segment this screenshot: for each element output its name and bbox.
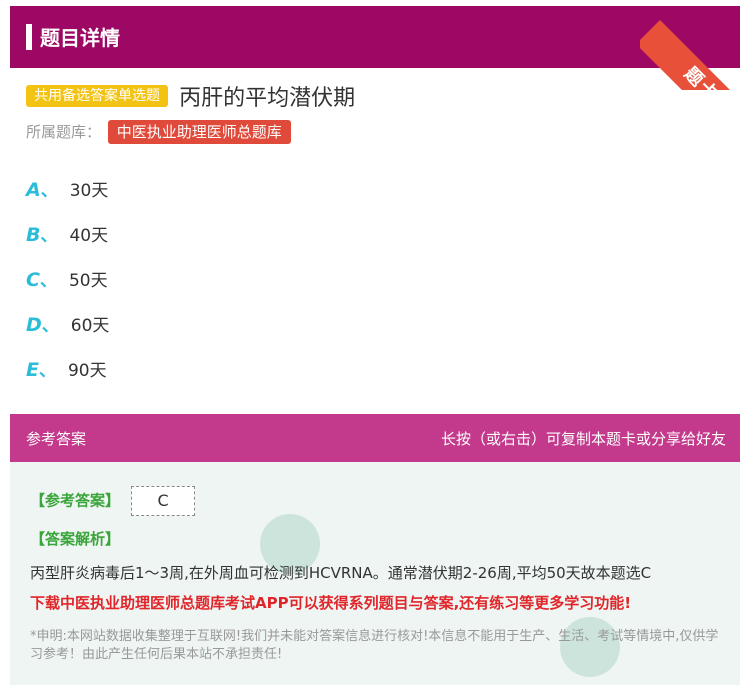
question-type-badge: 共用备选答案单选题 bbox=[26, 85, 168, 107]
option-letter: E bbox=[26, 359, 39, 381]
option-e[interactable]: E、 90天 bbox=[26, 356, 107, 381]
option-separator: 、 bbox=[39, 271, 57, 291]
option-text: 90天 bbox=[67, 361, 107, 381]
option-letter: B bbox=[26, 224, 41, 246]
header-bar: 题目详情 bbox=[10, 6, 740, 68]
reference-answer-value: C bbox=[131, 486, 196, 516]
reference-answer-label: 【参考答案】 bbox=[30, 491, 121, 510]
option-text: 50天 bbox=[68, 271, 108, 291]
corner-ribbon: 题卡 bbox=[640, 0, 750, 90]
option-letter: D bbox=[26, 314, 42, 336]
option-c[interactable]: C、 50天 bbox=[26, 266, 108, 291]
disclaimer-text: *申明:本网站数据收集整理于互联网!我们并未能对答案信息进行核对!本信息不能用于… bbox=[30, 629, 719, 662]
share-hint: 长按（或右击）可复制本题卡或分享给好友 bbox=[440, 430, 726, 448]
question-bank-row: 所属题库： 中医执业助理医师总题库 bbox=[26, 120, 291, 144]
question-row: 共用备选答案单选题 丙肝的平均潜伏期 bbox=[26, 80, 356, 111]
bank-badge[interactable]: 中医执业助理医师总题库 bbox=[107, 120, 291, 144]
analysis-text: 丙型肝炎病毒后1～3周,在外周血可检测到HCVRNA。通常潜伏期2-26周,平均… bbox=[30, 564, 652, 582]
question-title: 丙肝的平均潜伏期 bbox=[179, 86, 356, 111]
option-separator: 、 bbox=[41, 316, 59, 336]
bank-label: 所属题库： bbox=[26, 123, 102, 141]
option-letter: A bbox=[26, 179, 41, 201]
option-text: 30天 bbox=[69, 181, 109, 201]
reference-answer-row: 【参考答案】 C bbox=[30, 486, 196, 516]
option-text: 40天 bbox=[69, 226, 109, 246]
option-b[interactable]: B、 40天 bbox=[26, 221, 109, 246]
header-accent-bar bbox=[26, 24, 32, 50]
answer-body: 【参考答案】 C 【答案解析】 丙型肝炎病毒后1～3周,在外周血可检测到HCVR… bbox=[10, 462, 740, 685]
ribbon-label: 题卡 bbox=[640, 20, 750, 90]
analysis-label: 【答案解析】 bbox=[30, 530, 121, 548]
page-title: 题目详情 bbox=[40, 26, 120, 50]
option-letter: C bbox=[26, 269, 40, 291]
option-a[interactable]: A、 30天 bbox=[26, 176, 109, 201]
answer-section-label: 参考答案 bbox=[26, 430, 87, 448]
option-text: 60天 bbox=[70, 316, 110, 336]
option-separator: 、 bbox=[38, 361, 56, 381]
option-separator: 、 bbox=[40, 181, 58, 201]
app-promo-link[interactable]: 下载中医执业助理医师总题库考试APP可以获得系列题目与答案,还有练习等更多学习功… bbox=[30, 592, 631, 613]
option-d[interactable]: D、 60天 bbox=[26, 311, 110, 336]
answer-section-header: 参考答案 长按（或右击）可复制本题卡或分享给好友 bbox=[10, 414, 740, 462]
option-separator: 、 bbox=[40, 226, 58, 246]
